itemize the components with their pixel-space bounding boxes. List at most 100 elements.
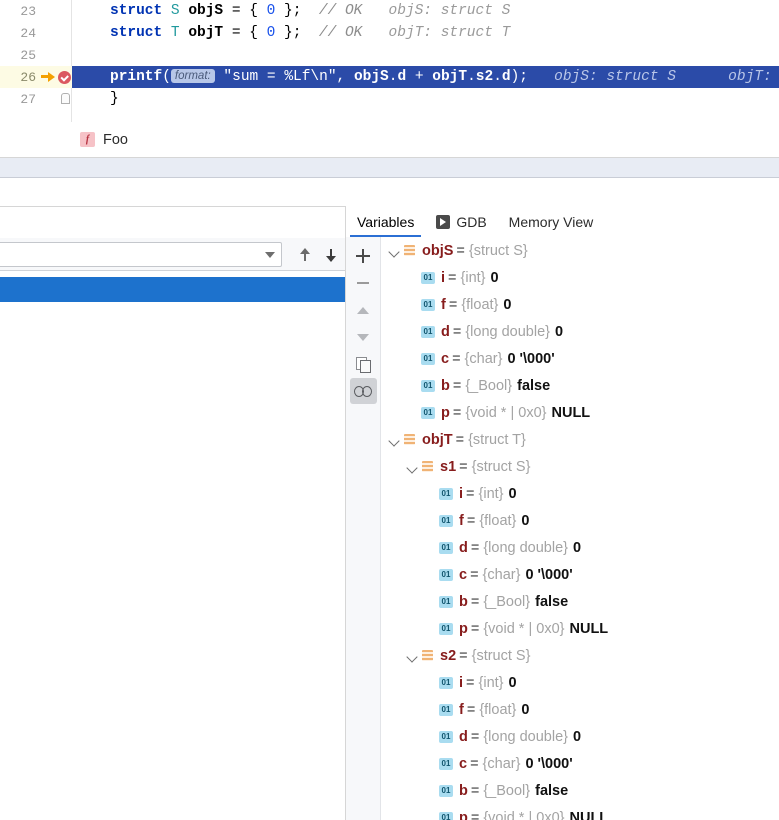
variable-row[interactable]: 01 f = {float} 0 <box>381 291 779 318</box>
variable-type: {_Bool} <box>483 782 531 799</box>
frame-down-button[interactable] <box>319 243 343 266</box>
primitive-type-icon: 01 <box>421 352 435 365</box>
variable-type: {char} <box>482 566 521 583</box>
copy-value-button[interactable] <box>350 351 377 377</box>
variable-row[interactable]: 01 i = {int} 0 <box>381 669 779 696</box>
chevron-down-icon[interactable] <box>387 433 401 447</box>
variable-row[interactable]: 01 f = {float} 0 <box>381 507 779 534</box>
thread-selector-combo[interactable] <box>0 242 282 267</box>
variable-row[interactable]: 01 b = {_Bool} false <box>381 588 779 615</box>
variable-value: false <box>535 593 569 610</box>
tab-variables[interactable]: Variables <box>346 206 425 237</box>
variable-value: 0 <box>508 674 517 691</box>
chevron-down-icon[interactable] <box>387 244 401 258</box>
frame-up-button[interactable] <box>293 243 317 266</box>
variable-row[interactable]: 01 c = {char} 0 '\000' <box>381 750 779 777</box>
line-gutter[interactable]: 24 <box>0 22 72 44</box>
move-watch-up-button[interactable] <box>350 297 377 323</box>
code-token-id: objS <box>353 69 389 85</box>
variable-row[interactable]: 01 b = {_Bool} false <box>381 777 779 804</box>
code-line-text: printf(format: "sum = %Lf\n", objS. d + o… <box>72 66 779 88</box>
variable-row[interactable]: 01 d = {long double} 0 <box>381 534 779 561</box>
variable-type: {int} <box>460 269 486 286</box>
variable-row[interactable]: 01 p = {void * | 0x0} NULL <box>381 804 779 820</box>
variable-row[interactable]: objS = {struct S} <box>381 237 779 264</box>
variable-row[interactable]: objT = {struct T} <box>381 426 779 453</box>
code-line[interactable]: 27} <box>0 88 779 110</box>
chevron-down-icon[interactable] <box>405 460 419 474</box>
primitive-type-icon: 01 <box>439 676 453 689</box>
variable-name: p <box>459 620 468 637</box>
line-gutter[interactable]: 23 <box>0 0 72 22</box>
variable-type: {struct S} <box>471 458 531 475</box>
breadcrumb[interactable]: f Foo <box>0 122 779 158</box>
variable-value: false <box>517 377 551 394</box>
variable-type: {struct T} <box>468 431 526 448</box>
primitive-type-icon: 01 <box>421 379 435 392</box>
variable-row[interactable]: 01 p = {void * | 0x0} NULL <box>381 615 779 642</box>
variable-row[interactable]: 01 f = {float} 0 <box>381 696 779 723</box>
code-fold-marker-icon[interactable] <box>61 93 70 104</box>
line-gutter[interactable]: 25 <box>0 44 72 66</box>
struct-type-icon <box>421 649 434 662</box>
variable-value: 0 <box>490 269 499 286</box>
frame-list-item-selected[interactable] <box>0 277 345 302</box>
variable-name: s1 <box>440 458 457 475</box>
variable-type: {int} <box>478 485 504 502</box>
gdb-console-icon <box>436 214 451 229</box>
primitive-type-icon: 01 <box>439 811 453 820</box>
variable-row[interactable]: 01 i = {int} 0 <box>381 480 779 507</box>
toggle-watches-button[interactable] <box>349 378 377 404</box>
variable-name: s2 <box>440 647 457 664</box>
equals-sign: = <box>466 701 476 718</box>
variable-row[interactable]: s2 = {struct S} <box>381 642 779 669</box>
primitive-type-icon: 01 <box>421 406 435 419</box>
equals-sign: = <box>470 755 479 772</box>
code-token-hint: objS: struct S <box>528 69 676 85</box>
frame-list[interactable] <box>0 272 345 820</box>
variable-name: c <box>459 755 468 772</box>
variable-row[interactable]: 01 c = {char} 0 '\000' <box>381 561 779 588</box>
move-watch-down-button[interactable] <box>350 324 377 350</box>
equals-sign: = <box>470 809 480 820</box>
add-watch-button[interactable] <box>350 243 377 269</box>
variable-row[interactable]: 01 i = {int} 0 <box>381 264 779 291</box>
variable-value: 0 <box>503 296 512 313</box>
primitive-type-icon: 01 <box>439 541 453 554</box>
code-line[interactable]: 25 <box>0 44 779 66</box>
variable-row[interactable]: 01 p = {void * | 0x0} NULL <box>381 399 779 426</box>
tab-gdb[interactable]: GDB <box>425 206 497 237</box>
variable-name: i <box>459 674 464 691</box>
variable-row[interactable]: 01 c = {char} 0 '\000' <box>381 345 779 372</box>
tab-label: GDB <box>456 213 487 230</box>
variable-row[interactable]: 01 b = {_Bool} false <box>381 372 779 399</box>
variable-value: 0 <box>521 701 530 718</box>
code-token-op: } <box>110 91 119 107</box>
code-line[interactable]: 26 printf(format: "sum = %Lf\n", objS. d +… <box>0 66 779 88</box>
variable-row[interactable]: s1 = {struct S} <box>381 453 779 480</box>
code-editor[interactable]: 23 struct S objS = { 0 }; // OK objS: str… <box>0 0 779 122</box>
variable-type: {float} <box>479 701 517 718</box>
code-token-op: = { <box>223 25 267 41</box>
variable-value: 0 '\000' <box>525 566 573 583</box>
code-line[interactable]: 23 struct S objS = { 0 }; // OK objS: str… <box>0 0 779 22</box>
variables-pane: Variables GDB Memory View objS = {struct S} 0… <box>346 206 779 820</box>
code-token-op: , <box>336 69 354 85</box>
code-line[interactable]: 24 struct T objT = { 0 }; // OK objT: str… <box>0 22 779 44</box>
variable-row[interactable]: 01 d = {long double} 0 <box>381 723 779 750</box>
equals-sign: = <box>470 566 479 583</box>
equals-sign: = <box>448 296 458 313</box>
primitive-type-icon: 01 <box>439 703 453 716</box>
line-number: 24 <box>20 25 36 41</box>
tab-memory-view[interactable]: Memory View <box>498 206 605 237</box>
variable-row[interactable]: 01 d = {long double} 0 <box>381 318 779 345</box>
line-gutter[interactable]: 26 <box>0 66 72 88</box>
code-token-op: }; <box>275 25 302 41</box>
gutter-icons <box>38 70 71 84</box>
remove-watch-button[interactable] <box>350 270 377 296</box>
chevron-down-icon[interactable] <box>405 649 419 663</box>
breakpoint-verified-icon[interactable] <box>58 70 71 84</box>
code-token-num: 0 <box>266 25 276 41</box>
code-token-str: "sum = %Lf\n" <box>214 69 337 85</box>
variables-tree[interactable]: objS = {struct S} 01 i = {int} 0 01 f = {float} 0 01 d… <box>381 237 779 820</box>
